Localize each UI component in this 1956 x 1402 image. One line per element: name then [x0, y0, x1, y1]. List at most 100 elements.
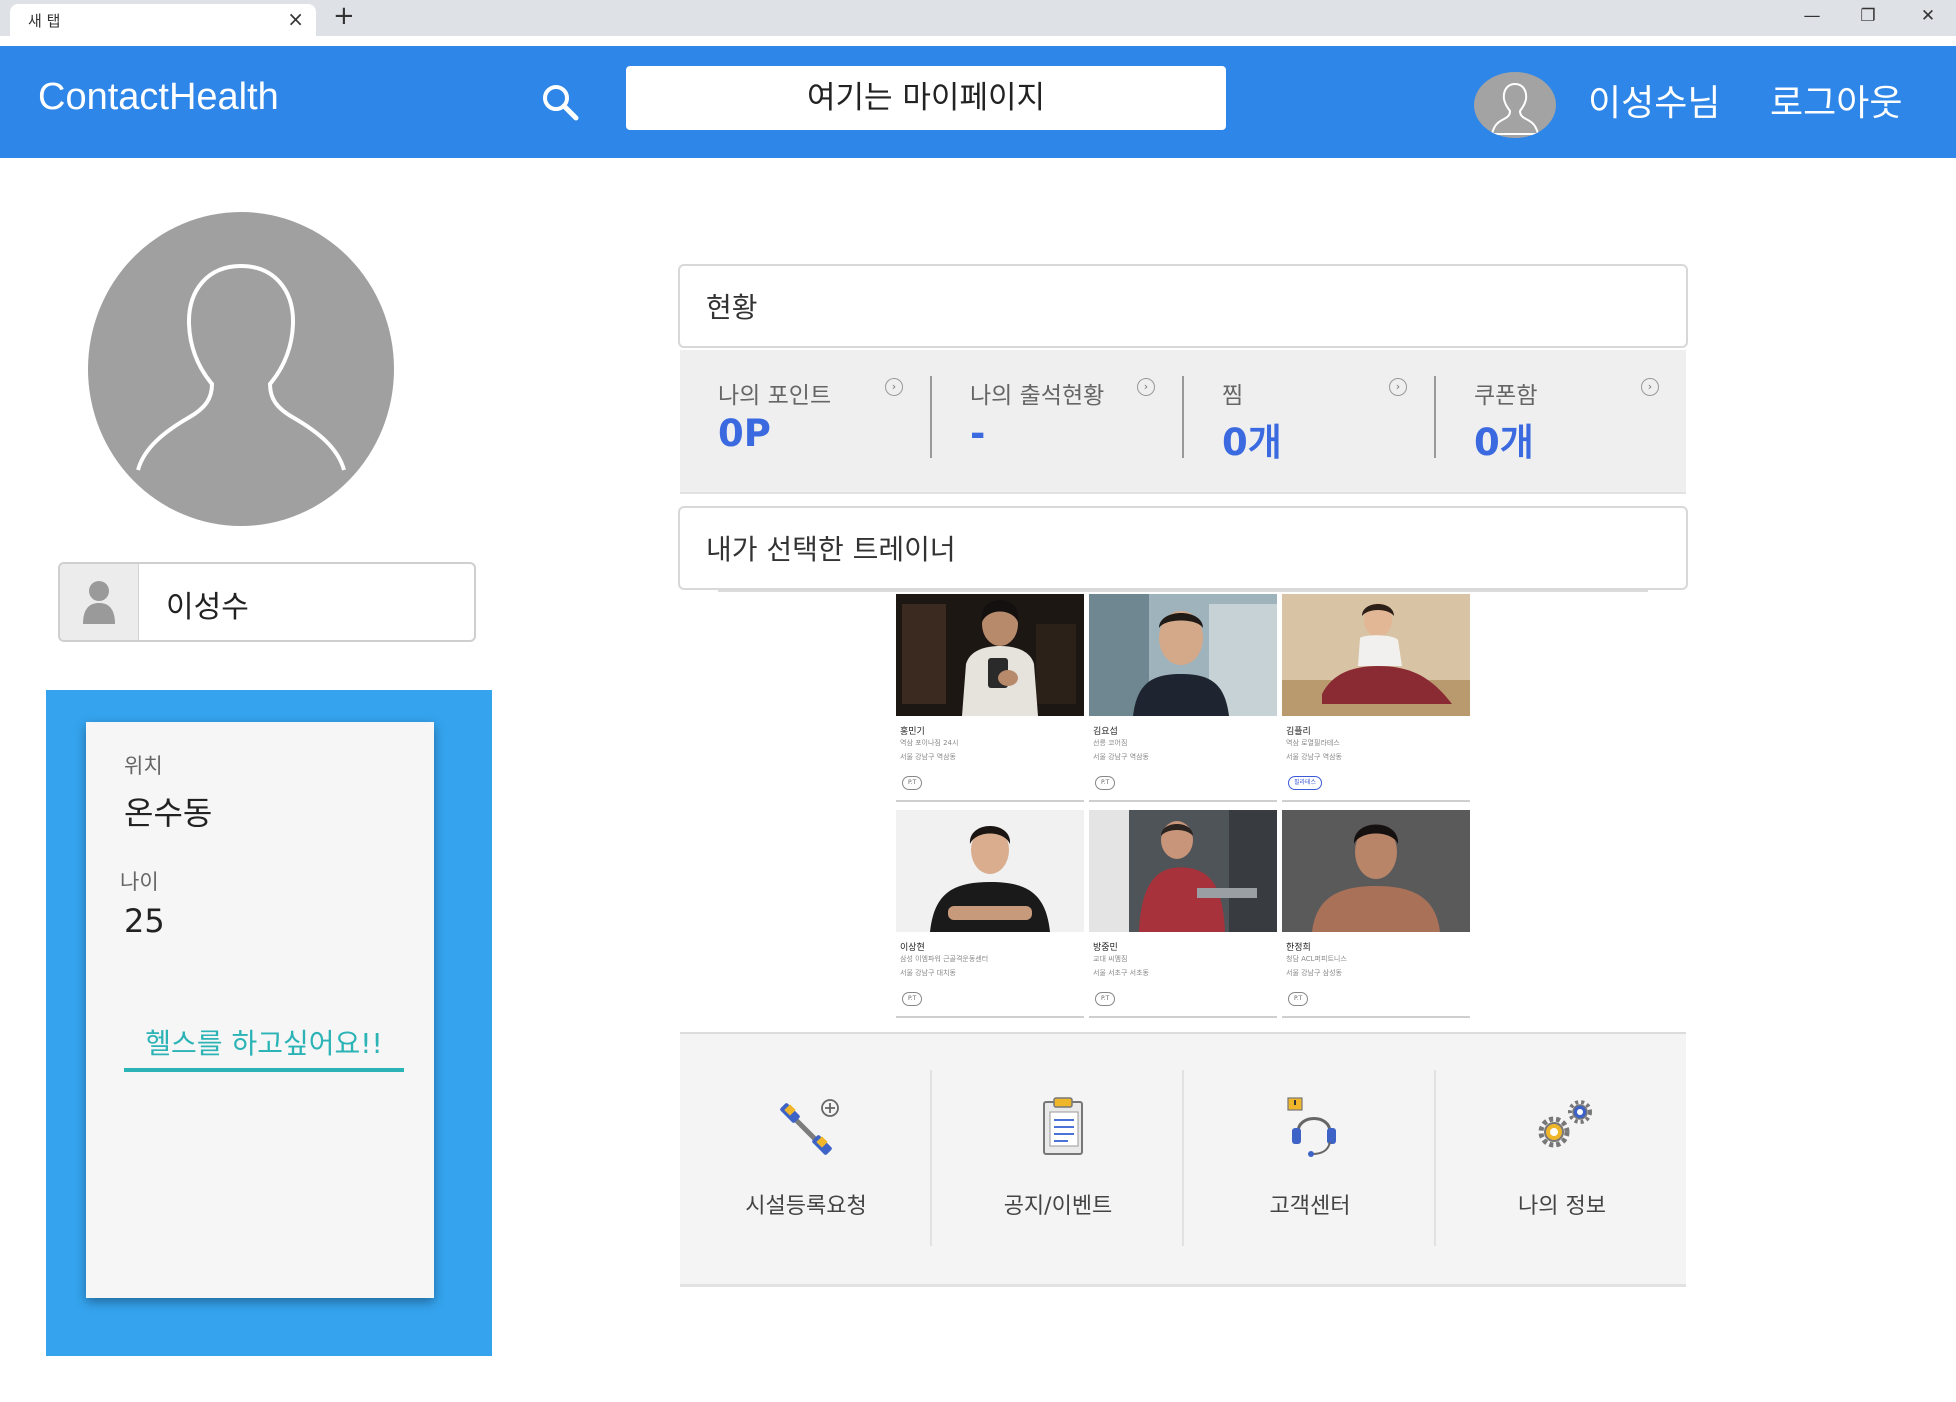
- trainer-card[interactable]: 방중민 교대 씨멤짐 서울 서초구 서초동 P.T: [1089, 810, 1277, 1018]
- browser-tab[interactable]: 새 탭 ×: [10, 4, 316, 36]
- stat-label: 찜: [1222, 383, 1244, 409]
- trainer-address: 서울 강남구 역삼동: [1093, 753, 1149, 761]
- trainer-photo: [1282, 810, 1470, 932]
- trainer-photo: [1089, 594, 1277, 716]
- wish-underline: [124, 1068, 404, 1072]
- trainer-card[interactable]: 이상현 삼성 이엠파워 근골격운동센터 서울 강남구 대치동 P.T: [896, 810, 1084, 1018]
- gear-icon: [1538, 1100, 1592, 1148]
- trainer-card[interactable]: 한정희 청담 ACL퍼피트니스 서울 강남구 삼성동 P.T: [1282, 810, 1470, 1018]
- name-icon-box: [60, 564, 139, 640]
- menu-label: 고객센터: [1269, 1194, 1351, 1219]
- clipboard-icon: [1043, 1097, 1083, 1155]
- info-icon[interactable]: ›: [1641, 378, 1659, 396]
- stat-value: 0개: [1474, 421, 1534, 464]
- trainer-gym: 삼성 이엠파워 근골격운동센터: [900, 955, 989, 963]
- user-silhouette-icon: [1490, 82, 1540, 135]
- minimize-button[interactable]: —: [1784, 0, 1840, 34]
- stat-wishlist[interactable]: 찜 0개 ›: [1184, 350, 1436, 492]
- profile-info-card: 위치 온수동 나이 25 헬스를 하고싶어요!!: [86, 722, 434, 1298]
- info-icon[interactable]: ›: [885, 378, 903, 396]
- tab-title: 새 탭: [28, 12, 61, 30]
- menu-label: 시설등록요청: [745, 1194, 867, 1219]
- trainer-photo: [896, 594, 1084, 716]
- user-avatar[interactable]: [1474, 72, 1556, 138]
- stat-value: -: [970, 412, 986, 455]
- trainer-tag: P.T: [1095, 776, 1116, 790]
- brand-logo[interactable]: ContactHealth: [38, 76, 279, 119]
- stat-coupons[interactable]: 쿠폰함 0개 ›: [1436, 350, 1688, 492]
- trainer-tag: P.T: [1095, 992, 1116, 1006]
- menu-item-my-info[interactable]: 나의 정보: [1436, 1034, 1688, 1284]
- close-window-button[interactable]: ✕: [1900, 0, 1956, 34]
- stat-attendance[interactable]: 나의 출석현황 - ›: [932, 350, 1184, 492]
- trainer-tag: 필라테스: [1288, 776, 1323, 790]
- trainer-gym: 교대 씨멤짐: [1093, 955, 1128, 963]
- menu-label: 공지/이벤트: [1003, 1194, 1113, 1219]
- location-value: 온수동: [124, 794, 213, 832]
- trainer-underline: [718, 590, 1648, 592]
- name-value: 이성수: [166, 590, 249, 625]
- stat-label: 나의 포인트: [718, 383, 832, 409]
- trainer-tag: P.T: [902, 992, 923, 1006]
- trainer-section-header: 내가 선택한 트레이너: [678, 506, 1688, 590]
- browser-tab-bar: 새 탭 × + — ❐ ✕: [0, 0, 1956, 36]
- wish-text[interactable]: 헬스를 하고싶어요!!: [124, 1022, 404, 1062]
- tab-close-icon[interactable]: ×: [287, 7, 304, 31]
- stat-points[interactable]: 나의 포인트 0P ›: [680, 350, 932, 492]
- menu-item-facility-request[interactable]: 시설등록요청: [680, 1034, 932, 1284]
- search-input[interactable]: 여기는 마이페이지: [626, 66, 1226, 130]
- location-label: 위치: [124, 754, 163, 778]
- trainer-photo: [1282, 594, 1470, 716]
- headset-icon: [1287, 1097, 1336, 1157]
- search-icon[interactable]: [538, 80, 582, 124]
- trainer-name: 홍민기: [900, 727, 925, 737]
- trainer-name: 방중민: [1093, 943, 1118, 953]
- trainer-gym: 선릉 코어짐: [1093, 739, 1128, 747]
- new-tab-button[interactable]: +: [333, 1, 355, 31]
- trainer-photo: [896, 810, 1084, 932]
- trainer-tag: P.T: [1288, 992, 1309, 1006]
- stat-value: 0P: [718, 412, 771, 455]
- trainer-card[interactable]: 김요섭 선릉 코어짐 서울 강남구 역삼동 P.T: [1089, 594, 1277, 802]
- trainer-name: 김플리: [1286, 727, 1311, 737]
- logout-button[interactable]: 로그아웃: [1770, 74, 1902, 126]
- trainer-tag: P.T: [902, 776, 923, 790]
- user-name[interactable]: 이성수님: [1588, 74, 1720, 126]
- dumbbell-plus-icon: [780, 1099, 839, 1155]
- trainer-address: 서울 강남구 삼성동: [1286, 969, 1342, 977]
- bottom-menu: 시설등록요청 공지/이벤트 고객센터 나의 정보: [680, 1034, 1686, 1287]
- trainer-address: 서울 강남구 역삼동: [1286, 753, 1342, 761]
- trainer-gym: 청담 ACL퍼피트니스: [1286, 955, 1347, 963]
- trainer-address: 서울 강남구 대치동: [900, 969, 956, 977]
- trainer-name: 김요섭: [1093, 727, 1118, 737]
- profile-silhouette-icon: [136, 264, 346, 471]
- age-label: 나이: [120, 870, 159, 894]
- trainer-address: 서울 강남구 역삼동: [900, 753, 956, 761]
- restore-button[interactable]: ❐: [1840, 0, 1896, 34]
- trainer-grid: 홍민기 역삼 포이나짐 24시 서울 강남구 역삼동 P.T 김요섭 선릉 코어…: [896, 594, 1470, 1018]
- info-icon[interactable]: ›: [1389, 378, 1407, 396]
- search-text: 여기는 마이페이지: [806, 80, 1045, 116]
- status-bar: 나의 포인트 0P › 나의 출석현황 - › 찜 0개 › 쿠폰함 0개 ›: [680, 350, 1686, 494]
- stat-label: 쿠폰함: [1474, 383, 1538, 409]
- trainer-gym: 역삼 포이나짐 24시: [900, 739, 959, 747]
- trainer-address: 서울 서초구 서초동: [1093, 969, 1149, 977]
- trainer-name: 이상현: [900, 943, 925, 953]
- menu-item-customer-center[interactable]: 고객센터: [1184, 1034, 1436, 1284]
- age-value: 25: [124, 902, 165, 940]
- info-icon[interactable]: ›: [1137, 378, 1155, 396]
- profile-avatar[interactable]: [88, 212, 394, 526]
- name-field[interactable]: 이성수: [58, 562, 476, 642]
- trainer-gym: 역삼 로열필라테스: [1286, 739, 1340, 747]
- person-icon: [83, 581, 115, 624]
- profile-info-panel: 위치 온수동 나이 25 헬스를 하고싶어요!!: [46, 690, 492, 1356]
- status-section-header: 현황: [678, 264, 1688, 348]
- trainer-card[interactable]: 김플리 역삼 로열필라테스 서울 강남구 역삼동 필라테스: [1282, 594, 1470, 802]
- trainer-card[interactable]: 홍민기 역삼 포이나짐 24시 서울 강남구 역삼동 P.T: [896, 594, 1084, 802]
- trainer-photo: [1089, 810, 1277, 932]
- stat-value: 0개: [1222, 421, 1282, 464]
- status-title: 현황: [706, 291, 758, 324]
- trainer-name: 한정희: [1286, 943, 1311, 953]
- menu-item-notice-event[interactable]: 공지/이벤트: [932, 1034, 1184, 1284]
- stat-label: 나의 출석현황: [970, 383, 1105, 409]
